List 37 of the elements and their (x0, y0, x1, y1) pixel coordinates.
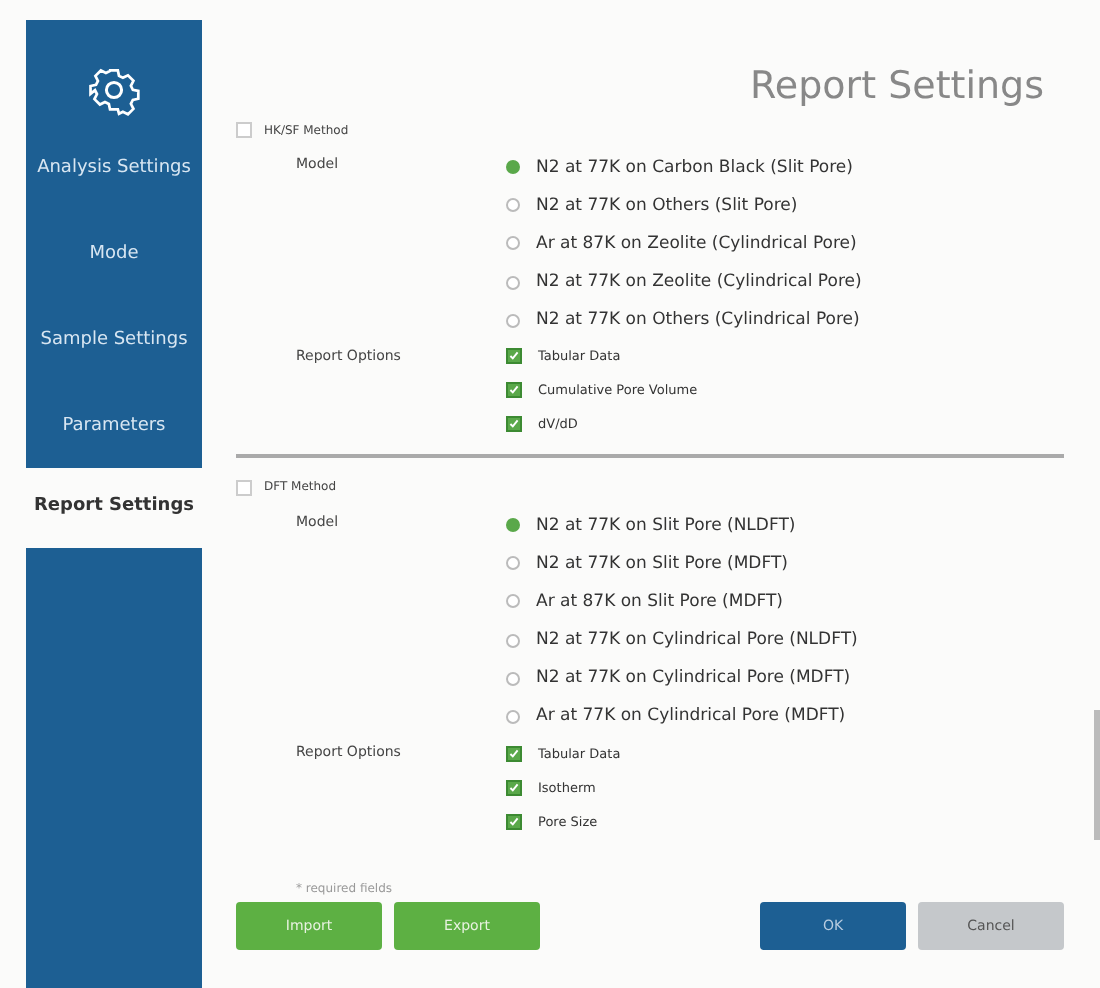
checkbox[interactable] (506, 348, 522, 365)
option-label: N2 at 77K on Zeolite (Cylindrical Pore) (536, 272, 862, 293)
checkbox[interactable] (236, 122, 252, 138)
scrollbar[interactable] (1094, 710, 1100, 840)
radio-button[interactable] (506, 275, 520, 290)
option-label: Ar at 87K on Slit Pore (MDFT) (536, 591, 783, 612)
page-title: Report Settings (750, 64, 1044, 108)
checkbox[interactable] (506, 745, 522, 762)
radio-button[interactable] (506, 160, 520, 175)
sidebar-item[interactable]: Sample Settings (26, 296, 202, 382)
radio-button[interactable] (506, 518, 520, 533)
sidebar-item[interactable]: Parameters (26, 382, 202, 468)
radio-button[interactable] (506, 556, 520, 571)
sidebar-item[interactable]: Mode (26, 210, 202, 296)
checkbox[interactable] (506, 382, 522, 399)
radio-button[interactable] (506, 594, 520, 609)
checkbox[interactable] (506, 779, 522, 796)
option-label: Ar at 87K on Zeolite (Cylindrical Pore) (536, 233, 857, 254)
option-label: N2 at 77K on Slit Pore (MDFT) (536, 553, 788, 574)
option-label: N2 at 77K on Slit Pore (NLDFT) (536, 515, 796, 536)
radio-button[interactable] (506, 633, 520, 648)
radio-button[interactable] (506, 198, 520, 213)
option-label: N2 at 77K on Carbon Black (Slit Pore) (536, 157, 853, 178)
checkbox[interactable] (506, 416, 522, 433)
radio-button[interactable] (506, 709, 520, 724)
option-label: N2 at 77K on Others (Cylindrical Pore) (536, 310, 860, 331)
checkbox[interactable] (506, 813, 522, 830)
checkbox[interactable] (236, 479, 252, 496)
option-label: N2 at 77K on Cylindrical Pore (MDFT) (536, 668, 851, 689)
option-label: N2 at 77K on Others (Slit Pore) (536, 195, 798, 216)
settings-icon (88, 64, 140, 116)
option-label: Ar at 77K on Cylindrical Pore (MDFT) (536, 706, 846, 727)
option-label: N2 at 77K on Cylindrical Pore (NLDFT) (536, 630, 858, 651)
radio-button[interactable] (506, 236, 520, 251)
radio-button[interactable] (506, 671, 520, 686)
radio-button[interactable] (506, 313, 520, 328)
sidebar-item[interactable]: Analysis Settings (26, 124, 202, 210)
